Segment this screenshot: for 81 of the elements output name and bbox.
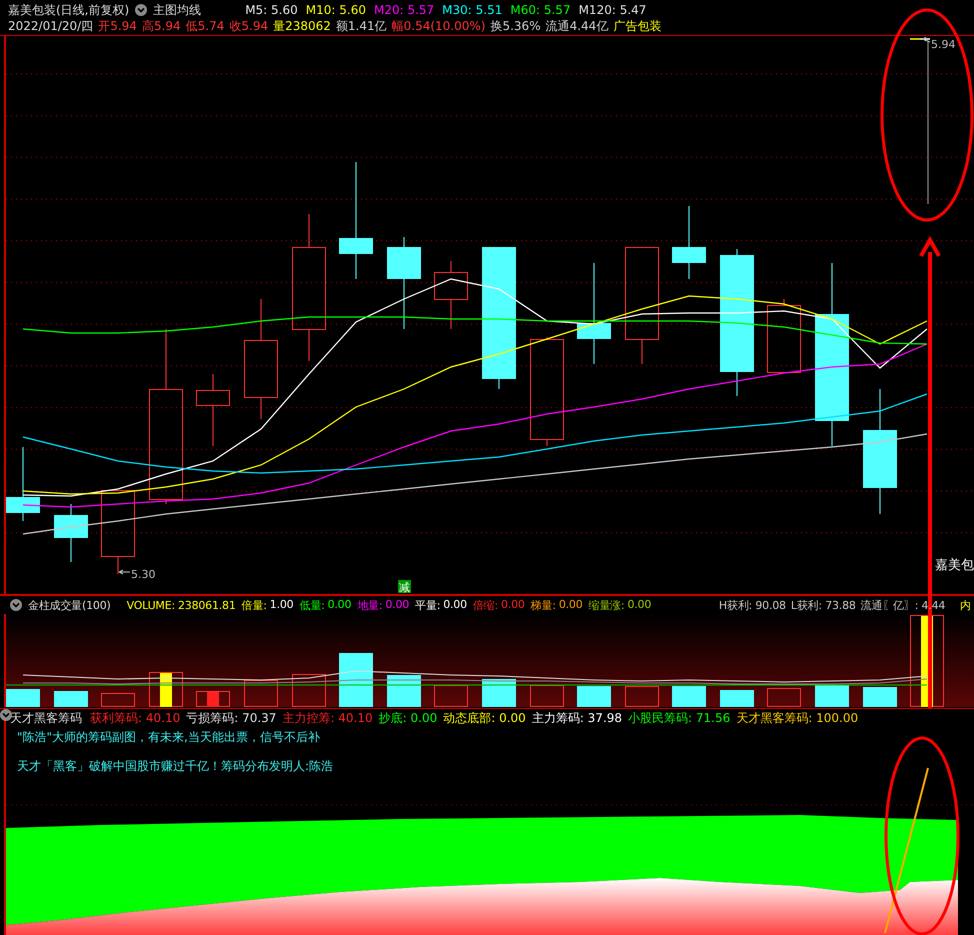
quote-field: 收5.94 — [229, 18, 268, 34]
quote-field: 量238062 — [273, 18, 331, 34]
indicator-value: 动态底部: 0.00 — [443, 710, 526, 727]
indicator-value: 天才黑客筹码: 100.00 — [736, 710, 858, 727]
volume-bar — [720, 690, 754, 707]
quote-field: 换5.36% — [490, 18, 541, 34]
candlestick — [434, 260, 468, 330]
volume-bar — [625, 686, 659, 707]
volume-bar — [434, 685, 468, 707]
volume-bar — [767, 688, 801, 707]
volume-bar — [196, 691, 230, 707]
indicator-label: 倍量: — [242, 598, 267, 612]
indicator-value: 0.00 — [443, 598, 467, 612]
volume-bar — [54, 691, 88, 707]
volume-bar — [815, 685, 849, 707]
volume-bar — [6, 689, 40, 707]
signal-badge: 减 — [398, 580, 411, 594]
quote-field: 广告包装 — [613, 18, 662, 34]
indicator-value: 主力筹码: 37.98 — [532, 710, 622, 727]
panel-title[interactable]: 金柱成交量(100) — [28, 598, 111, 612]
moving-average-value: M60: 5.57 — [510, 2, 571, 18]
moving-average-value: M120: 5.47 — [578, 2, 646, 18]
indicator-label: 低量: — [299, 598, 325, 612]
volume-bar — [339, 653, 373, 707]
indicator-value: 抄底: 0.00 — [378, 710, 438, 727]
indicator-value: 0.00 — [627, 598, 652, 612]
volume-bar — [387, 675, 421, 707]
indicator-label: 地量: — [357, 598, 382, 612]
dropdown-icon[interactable] — [10, 599, 22, 611]
arrow-icon — [922, 36, 930, 42]
volume-bar — [577, 686, 611, 707]
indicator-value: H获利: 90.08 — [718, 598, 786, 612]
note-text: "陈浩"大师的筹码副图，有未来,当天能出票，信号不后补 — [16, 729, 321, 746]
moving-average-value: M30: 5.51 — [442, 2, 502, 18]
stock-label: 嘉美包 — [935, 558, 974, 573]
volume-bar — [244, 680, 278, 707]
volume-bar — [292, 674, 326, 707]
indicator-value: 0.00 — [385, 598, 410, 612]
indicator-value: L获利: 73.88 — [790, 598, 856, 612]
indicator-label: 缩量涨: — [588, 598, 624, 612]
volume-bar — [101, 693, 135, 707]
indicator-label: VOLUME: — [126, 598, 175, 612]
indicator-value: 小股民筹码: 71.56 — [628, 710, 730, 727]
price-label: 5.94 — [931, 38, 956, 51]
indicator-name[interactable]: 主图均线 — [153, 2, 202, 18]
dropdown-icon[interactable] — [0, 709, 12, 721]
indicator-value: 0.00 — [328, 598, 352, 612]
quote-field: 额1.41亿 — [336, 18, 387, 34]
moving-average-value: M10: 5.60 — [306, 2, 366, 18]
quote-field: 开5.94 — [98, 18, 137, 34]
indicator-label: 梯量: — [530, 598, 556, 612]
quote-field: 幅0.54(10.00%) — [392, 18, 486, 34]
moving-average-value: M5: 5.60 — [245, 2, 298, 18]
stock-title: 嘉美包装(日线,前复权) — [8, 2, 130, 18]
indicator-value: 1.00 — [270, 598, 294, 612]
volume-bar — [863, 687, 897, 707]
price-tick-marker — [910, 38, 930, 40]
indicator-label: 平量: — [415, 598, 440, 612]
quote-field: 低5.74 — [186, 18, 224, 34]
volume-bar — [672, 686, 706, 707]
indicator-value: 获利筹码: 40.10 — [90, 710, 180, 727]
panel-title[interactable]: 天才黑客筹码 — [10, 710, 82, 727]
note-text: 天才「黑客」破解中国股市赚过千亿！筹码分布发明人:陈浩 — [16, 758, 334, 775]
indicator-value: 0.00 — [558, 598, 583, 612]
quote-field: 流通4.44亿 — [546, 18, 608, 34]
indicator-value: 内 — [960, 598, 971, 612]
quote-date: 2022/01/20/四 — [8, 18, 94, 34]
volume-bar — [530, 685, 564, 707]
moving-average-value: M20: 5.57 — [374, 2, 434, 18]
arrow-icon — [118, 570, 130, 574]
indicator-value: 238061.81 — [178, 598, 236, 612]
candlestick — [54, 504, 88, 562]
indicator-value: 主力控筹: 40.10 — [282, 710, 373, 727]
volume-bar — [482, 679, 516, 707]
dropdown-icon[interactable] — [135, 4, 148, 16]
volume-bar — [149, 672, 183, 707]
indicator-value: 0.00 — [501, 598, 525, 612]
indicator-label: 倍缩: — [472, 598, 498, 612]
indicator-value: 亏损筹码: 70.37 — [186, 710, 276, 727]
price-label: 5.30 — [131, 568, 156, 581]
quote-field: 高5.94 — [142, 18, 181, 34]
